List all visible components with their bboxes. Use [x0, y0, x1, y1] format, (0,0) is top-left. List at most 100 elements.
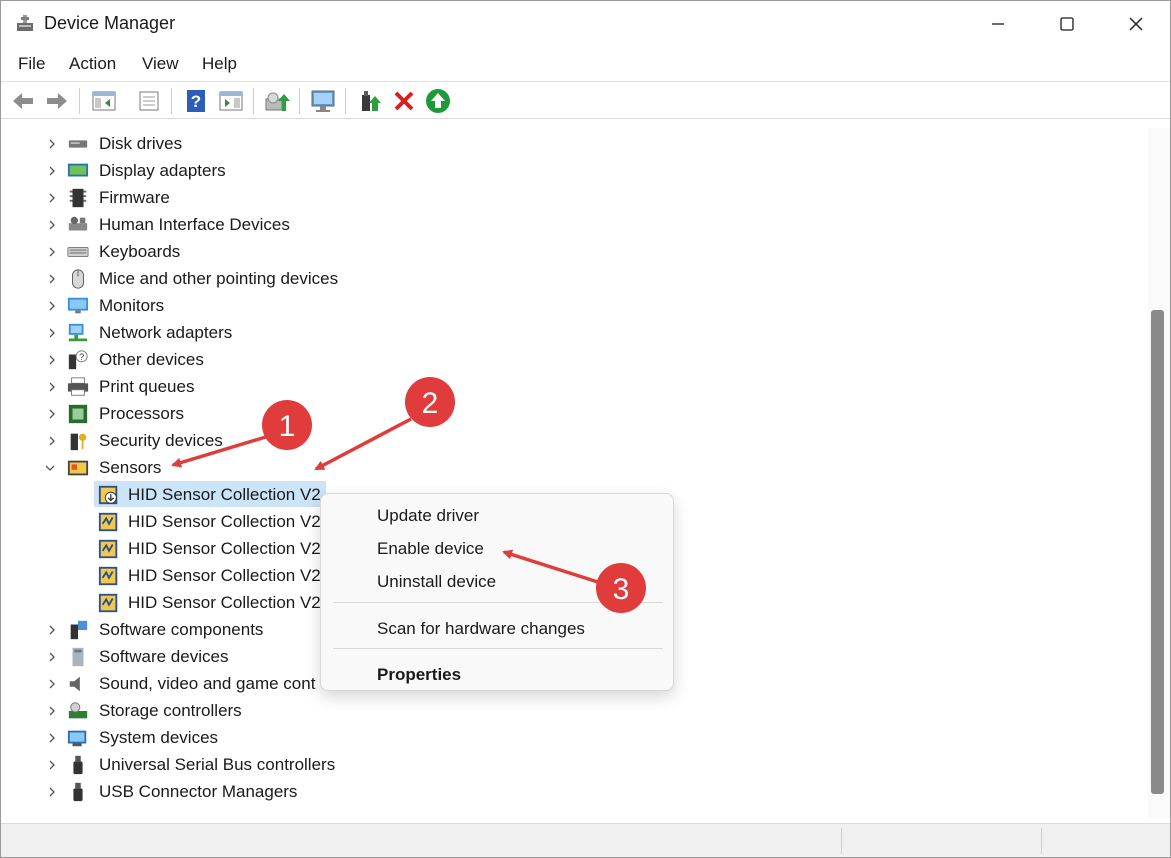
- chevron-right-icon[interactable]: [46, 192, 58, 204]
- device-tree[interactable]: Disk drives Display adapters Firmware Human…: [6, 128, 1148, 818]
- chevron-right-icon[interactable]: [46, 651, 58, 663]
- keyboard-icon: [67, 246, 89, 258]
- tree-category-label: Software devices: [99, 647, 229, 666]
- hid-icon: [68, 216, 88, 231]
- tree-category[interactable]: System devices: [6, 724, 706, 751]
- tree-category-label: Human Interface Devices: [99, 215, 290, 234]
- chevron-right-icon[interactable]: [46, 705, 58, 717]
- unknown-device-icon: ?: [68, 350, 88, 370]
- maximize-button[interactable]: [1032, 1, 1102, 47]
- menu-enable-device[interactable]: Enable device: [377, 539, 484, 559]
- device-manager-icon: [17, 15, 33, 31]
- tree-category[interactable]: Sensors: [6, 454, 706, 481]
- tree-category[interactable]: Monitors: [6, 292, 706, 319]
- tree-category-label: USB Connector Managers: [99, 782, 298, 801]
- tree-category[interactable]: Processors: [6, 400, 706, 427]
- console-tree-button[interactable]: [91, 88, 117, 114]
- tree-device-label: HID Sensor Collection V2: [128, 566, 321, 585]
- tree-category[interactable]: Mice and other pointing devices: [6, 265, 706, 292]
- tree-category[interactable]: Network adapters: [6, 319, 706, 346]
- chevron-right-icon[interactable]: [46, 327, 58, 339]
- tree-category[interactable]: USB Connector Managers: [6, 778, 706, 805]
- chevron-right-icon[interactable]: [46, 165, 58, 177]
- tree-category[interactable]: ? Other devices: [6, 346, 706, 373]
- chevron-right-icon[interactable]: [46, 732, 58, 744]
- add-legacy-hardware-button[interactable]: [425, 88, 451, 114]
- tree-category[interactable]: Storage controllers: [6, 697, 706, 724]
- chevron-right-icon[interactable]: [46, 354, 58, 366]
- title-bar[interactable]: Device Manager: [1, 1, 1170, 47]
- window-title: Device Manager: [44, 13, 176, 33]
- menu-help[interactable]: Help: [202, 54, 237, 74]
- chevron-down-icon[interactable]: [44, 462, 56, 474]
- menu-separator: [333, 648, 663, 649]
- back-arrow-icon: [13, 93, 33, 109]
- menu-file[interactable]: File: [18, 54, 45, 74]
- tree-device-label: HID Sensor Collection V2: [128, 593, 321, 612]
- menu-update-driver[interactable]: Update driver: [377, 506, 479, 526]
- chevron-right-icon[interactable]: [46, 759, 58, 771]
- device-manager-window: Device Manager File Action View Help ? D…: [0, 0, 1171, 858]
- scrollbar-thumb[interactable]: [1151, 310, 1164, 794]
- chevron-right-icon[interactable]: [46, 786, 58, 798]
- properties-button[interactable]: [136, 88, 162, 114]
- menu-properties[interactable]: Properties: [377, 665, 461, 685]
- add-legacy-hardware-icon: [426, 89, 450, 113]
- chevron-right-icon[interactable]: [46, 246, 58, 258]
- sensor-device-icon: [98, 593, 118, 613]
- chevron-right-icon[interactable]: [46, 219, 58, 231]
- tree-category[interactable]: Firmware: [6, 184, 706, 211]
- vertical-scrollbar[interactable]: [1148, 128, 1170, 818]
- forward-button[interactable]: [44, 88, 70, 114]
- close-icon: [1129, 17, 1143, 31]
- action-pane-button[interactable]: [218, 88, 244, 114]
- tree-category[interactable]: Universal Serial Bus controllers: [6, 751, 706, 778]
- update-driver-button[interactable]: [264, 88, 290, 114]
- tree-category-label: Sound, video and game cont: [99, 674, 316, 693]
- sensor-icon: [67, 460, 89, 476]
- close-button[interactable]: [1101, 1, 1171, 47]
- monitor-icon: [67, 297, 89, 314]
- tree-category-label: Other devices: [99, 350, 204, 369]
- uninstall-device-button[interactable]: [391, 88, 417, 114]
- chevron-right-icon[interactable]: [46, 678, 58, 690]
- action-pane-icon: [219, 91, 243, 111]
- chevron-right-icon[interactable]: [46, 381, 58, 393]
- tree-category[interactable]: Human Interface Devices: [6, 211, 706, 238]
- tree-category-label: Disk drives: [99, 134, 183, 153]
- tree-category[interactable]: Display adapters: [6, 157, 706, 184]
- chevron-right-icon[interactable]: [46, 138, 58, 150]
- help-button[interactable]: ?: [183, 88, 209, 114]
- display-adapter-icon: [67, 163, 89, 177]
- chevron-right-icon[interactable]: [46, 408, 58, 420]
- minimize-icon: [992, 23, 1004, 25]
- sensor-device-icon: [98, 512, 118, 532]
- chevron-right-icon[interactable]: [46, 624, 58, 636]
- context-menu: Update driver Enable device Uninstall de…: [320, 493, 674, 691]
- scan-hardware-button[interactable]: [310, 88, 336, 114]
- tree-category[interactable]: Keyboards: [6, 238, 706, 265]
- menu-action[interactable]: Action: [69, 54, 116, 74]
- chevron-right-icon[interactable]: [46, 300, 58, 312]
- properties-icon: [139, 91, 159, 111]
- menu-scan-hardware[interactable]: Scan for hardware changes: [377, 619, 585, 639]
- printer-icon: [67, 377, 89, 396]
- chevron-right-icon[interactable]: [46, 435, 58, 447]
- tree-category[interactable]: Print queues: [6, 373, 706, 400]
- minimize-button[interactable]: [963, 1, 1033, 47]
- chevron-right-icon[interactable]: [46, 273, 58, 285]
- forward-arrow-icon: [47, 93, 67, 109]
- menu-view[interactable]: View: [142, 54, 179, 74]
- tree-category[interactable]: Security devices: [6, 427, 706, 454]
- enable-device-button[interactable]: [357, 88, 383, 114]
- disk-drive-icon: [68, 140, 88, 148]
- software-device-icon: [72, 647, 84, 667]
- usb-connector-icon: [73, 782, 83, 802]
- tree-category[interactable]: Disk drives: [6, 130, 706, 157]
- tree-category-label: Keyboards: [99, 242, 181, 261]
- security-key-icon: [70, 433, 87, 451]
- disabled-sensor-icon: [98, 485, 118, 505]
- menu-uninstall-device[interactable]: Uninstall device: [377, 572, 496, 592]
- tree-category-label: Sensors: [99, 458, 162, 477]
- back-button[interactable]: [10, 88, 36, 114]
